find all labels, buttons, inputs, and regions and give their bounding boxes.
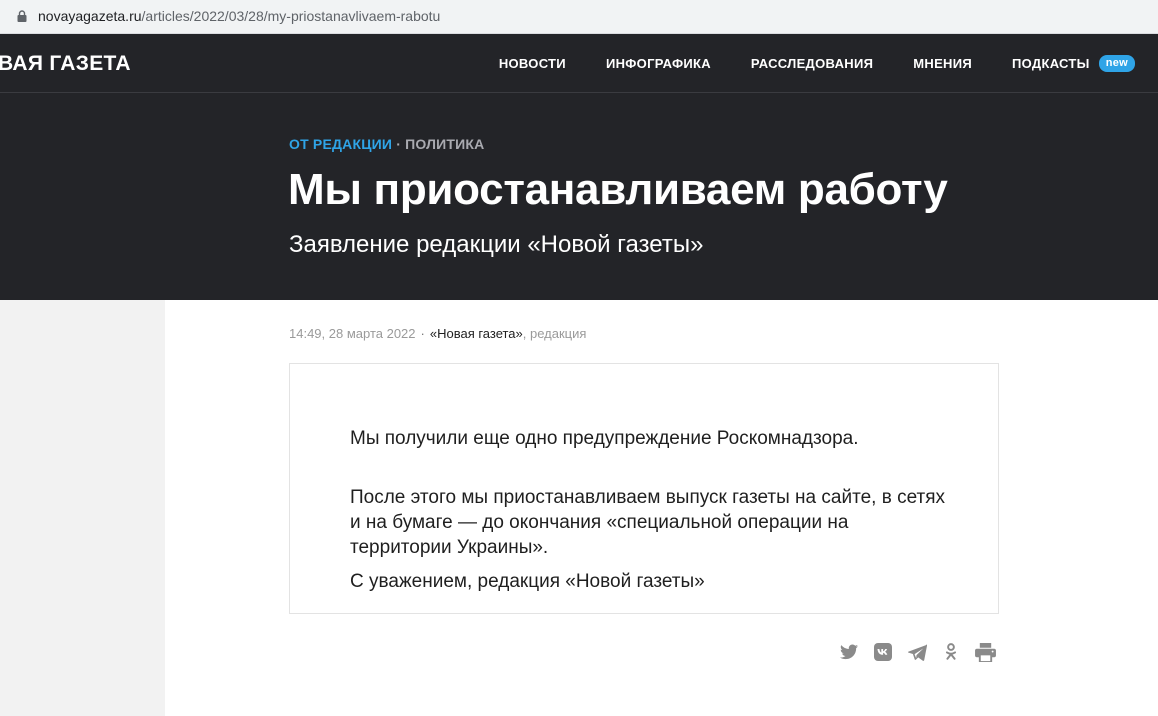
rubric-politics-link[interactable]: ПОЛИТИКА (405, 136, 484, 152)
print-icon[interactable] (974, 641, 996, 663)
article-subtitle: Заявление редакции «Новой газеты» (289, 231, 704, 258)
nav-item-label: НОВОСТИ (498, 56, 566, 71)
odnoklassniki-icon[interactable] (940, 641, 962, 663)
site-header: ВАЯ ГАЗЕТА НОВОСТИ ИНФОГРАФИКА РАССЛЕДОВ… (0, 34, 1158, 93)
article-author-link[interactable]: «Новая газета» (430, 326, 523, 341)
url-path: /articles/2022/03/28/my-priostanavlivaem… (141, 8, 441, 24)
browser-address-bar[interactable]: novayagazeta.ru/articles/2022/03/28/my-p… (0, 0, 1158, 34)
url-domain: novayagazeta.ru (38, 8, 142, 24)
nav-item-label: МНЕНИЯ (913, 56, 973, 71)
statement-signature: С уважением, редакция «Новой газеты» (350, 571, 705, 592)
nav-item-label: ИНФОГРАФИКА (605, 56, 711, 71)
main-nav: НОВОСТИ ИНФОГРАФИКА РАССЛЕДОВАНИЯ МНЕНИЯ… (459, 55, 1135, 72)
lock-icon (17, 10, 27, 22)
statement-paragraph: После этого мы приостанавливаем выпуск г… (350, 487, 945, 558)
article-meta: 14:49, 28 марта 2022 · «Новая газета», ред… (289, 326, 586, 341)
rubric-editorial-link[interactable]: ОТ РЕДАКЦИИ (289, 136, 392, 152)
article-title: Мы приостанавливаем работу (288, 165, 948, 214)
nav-item-label: ПОДКАСТЫ (1012, 56, 1090, 71)
statement-box: Мы получили еще одно предупреждение Роск… (289, 363, 999, 614)
statement-paragraph: Мы получили еще одно предупреждение Роск… (350, 428, 859, 449)
nav-item-news[interactable]: НОВОСТИ (499, 56, 566, 71)
article-datetime: 14:49, 28 марта 2022 (289, 326, 416, 341)
nav-item-label: РАССЛЕДОВАНИЯ (750, 56, 874, 71)
new-badge: new (1098, 55, 1135, 72)
site-logo[interactable]: ВАЯ ГАЗЕТА (0, 52, 131, 76)
nav-item-infographics[interactable]: ИНФОГРАФИКА (606, 56, 711, 71)
nav-item-podcasts[interactable]: ПОДКАСТЫ new (1012, 55, 1135, 72)
nav-item-investigations[interactable]: РАССЛЕДОВАНИЯ (751, 56, 873, 71)
vk-icon[interactable] (872, 641, 894, 663)
twitter-icon[interactable] (838, 641, 860, 663)
article-hero: ОТ РЕДАКЦИИ · ПОЛИТИКА Мы приостанавливаем… (0, 93, 1158, 300)
left-sidebar-space (0, 300, 165, 716)
nav-item-opinions[interactable]: МНЕНИЯ (913, 56, 972, 71)
telegram-icon[interactable] (906, 641, 928, 663)
url-text[interactable]: novayagazeta.ru/articles/2022/03/28/my-p… (38, 8, 440, 24)
meta-separator: · (420, 326, 425, 341)
article-rubrics: ОТ РЕДАКЦИИ · ПОЛИТИКА (289, 136, 484, 152)
article-author-role: , редакция (522, 326, 587, 341)
rubric-separator: · (396, 136, 402, 152)
share-bar (838, 641, 996, 663)
